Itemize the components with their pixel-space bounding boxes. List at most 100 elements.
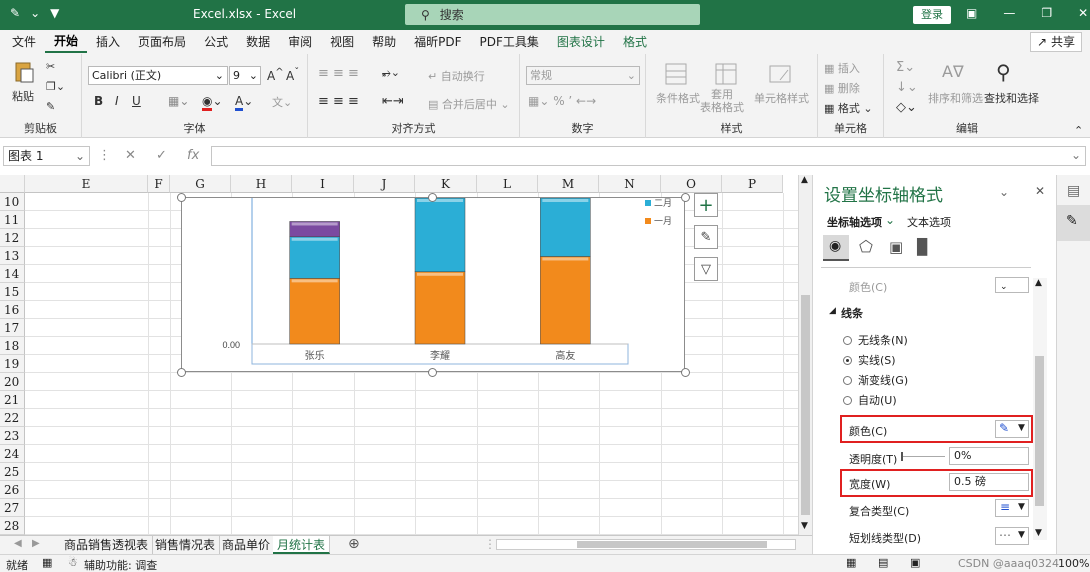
scroll-down-icon[interactable]: ▼ xyxy=(1035,528,1042,538)
find-select-icon[interactable]: ⚲ xyxy=(996,60,1011,84)
font-size-select[interactable]: 9 ⌄ xyxy=(229,66,261,85)
row-header[interactable]: 20 xyxy=(0,373,25,391)
search-box[interactable]: ⚲ 搜索 xyxy=(405,4,700,25)
conditional-format-icon[interactable] xyxy=(664,62,688,86)
next-sheet-icon[interactable]: ▶ xyxy=(32,538,40,549)
tab-help[interactable]: 帮助 xyxy=(363,30,405,54)
row-header[interactable]: 21 xyxy=(0,391,25,409)
paste-button[interactable]: 粘贴 xyxy=(12,88,34,104)
worksheet[interactable]: E F G H I J K L M N O P 10 11 12 13 14 1… xyxy=(0,175,798,535)
scroll-up-icon[interactable]: ▲ xyxy=(801,175,808,185)
column-header[interactable]: P xyxy=(722,175,783,193)
line-color-picker[interactable]: ✎ ▼ xyxy=(995,420,1029,438)
axis-options-icon[interactable]: ▉ xyxy=(917,238,929,256)
scroll-thumb[interactable] xyxy=(801,295,810,515)
row-header[interactable]: 28 xyxy=(0,517,25,535)
chart-area[interactable]: 0.00 张乐 李耀 高友 二月 一月 xyxy=(181,197,685,372)
row-header[interactable]: 14 xyxy=(0,265,25,283)
conditional-format-button[interactable]: 条件格式 xyxy=(656,90,700,106)
tab-axis-options[interactable]: 坐标轴选项 xyxy=(827,214,882,230)
row-header[interactable]: 24 xyxy=(0,445,25,463)
italic-icon[interactable]: I xyxy=(115,94,119,108)
column-header[interactable]: J xyxy=(354,175,415,193)
scroll-thumb[interactable] xyxy=(1035,356,1044,506)
scroll-up-icon[interactable]: ▲ xyxy=(1035,278,1042,288)
accounting-icon[interactable]: ▦⌄ % ’ ←→ xyxy=(528,94,596,108)
ribbon-display-icon[interactable]: ▣ xyxy=(966,6,977,20)
resize-handle[interactable] xyxy=(177,368,186,377)
wrap-text-button[interactable]: ↵ 自动换行 xyxy=(428,68,485,84)
border-icon[interactable]: ▦⌄ xyxy=(168,94,189,108)
sort-filter-button[interactable]: 排序和筛选 xyxy=(928,90,983,106)
cancel-icon[interactable]: ✕ xyxy=(125,148,136,163)
collapse-ribbon-icon[interactable]: ⌃ xyxy=(1074,124,1083,137)
tab-file[interactable]: 文件 xyxy=(3,30,45,54)
solid-line-option[interactable]: 实线(S) xyxy=(843,352,896,368)
format-painter-icon[interactable]: ✎ xyxy=(46,100,55,113)
column-header[interactable]: L xyxy=(477,175,538,193)
accessibility-icon[interactable]: ☃ xyxy=(68,556,78,569)
tab-chart-design[interactable]: 图表设计 xyxy=(548,30,614,54)
column-header[interactable]: F xyxy=(148,175,170,193)
page-break-icon[interactable]: ▣ xyxy=(910,556,920,569)
indent-icon[interactable]: ⇤⇥ xyxy=(382,94,404,109)
row-header[interactable]: 25 xyxy=(0,463,25,481)
zoom-level[interactable]: 100% xyxy=(1058,557,1089,570)
increase-font-icon[interactable]: A^ xyxy=(267,67,284,83)
tab-data[interactable]: 数据 xyxy=(237,30,279,54)
cut-icon[interactable]: ✂ xyxy=(46,60,55,73)
paste-icon[interactable] xyxy=(12,60,36,84)
properties-icon[interactable]: ▤ xyxy=(1067,183,1080,199)
enter-icon[interactable]: ✓ xyxy=(156,148,167,163)
chevron-down-icon[interactable]: ⌄ xyxy=(999,185,1009,199)
autosum-icon[interactable]: Σ⌄ xyxy=(896,60,915,75)
row-header[interactable]: 16 xyxy=(0,301,25,319)
fill-icon[interactable]: ↓⌄ xyxy=(896,80,918,95)
scroll-down-icon[interactable]: ▼ xyxy=(801,521,808,531)
horizontal-scrollbar[interactable] xyxy=(496,539,796,550)
add-sheet-icon[interactable]: ⊕ xyxy=(348,536,360,552)
section-line[interactable]: 线条 xyxy=(841,305,863,321)
align-left-icon[interactable]: ≡ ≡ ≡ xyxy=(318,94,359,109)
insert-function-icon[interactable]: fx xyxy=(187,148,199,163)
login-button[interactable]: 登录 xyxy=(913,6,951,24)
prev-sheet-icon[interactable]: ◀ xyxy=(14,538,22,549)
tab-text-options[interactable]: 文本选项 xyxy=(907,214,951,230)
row-header[interactable]: 10 xyxy=(0,193,25,211)
chevron-down-icon[interactable]: ⌄ xyxy=(885,213,895,227)
name-box[interactable]: 图表 1 ⌄ xyxy=(3,146,90,166)
fill-color-icon[interactable]: ◉⌄ xyxy=(202,94,223,111)
width-input[interactable]: 0.5 磅 xyxy=(949,473,1029,491)
formula-input[interactable]: ⌄ xyxy=(211,146,1086,166)
scroll-thumb[interactable] xyxy=(577,541,767,548)
row-header[interactable]: 12 xyxy=(0,229,25,247)
row-header[interactable]: 19 xyxy=(0,355,25,373)
autosave-icon[interactable]: ✎ xyxy=(10,6,20,20)
format-pane-toggle[interactable]: ✎ xyxy=(1057,205,1090,241)
sheet-tab[interactable]: 商品销售透视表 xyxy=(60,536,154,554)
chart-elements-button[interactable]: + xyxy=(694,193,718,217)
chevron-down-icon[interactable]: ⌄ xyxy=(30,6,40,20)
close-icon[interactable]: ✕ xyxy=(1035,184,1045,198)
resize-handle[interactable] xyxy=(428,368,437,377)
auto-line-option[interactable]: 自动(U) xyxy=(843,392,897,408)
macro-icon[interactable]: ▦ xyxy=(42,556,52,569)
format-as-table-button[interactable]: 套用 表格格式 xyxy=(700,88,744,114)
resize-handle[interactable] xyxy=(428,193,437,202)
size-properties-icon[interactable]: ▣ xyxy=(889,238,903,256)
column-header[interactable]: M xyxy=(538,175,599,193)
column-header[interactable]: E xyxy=(25,175,148,193)
row-header[interactable]: 13 xyxy=(0,247,25,265)
tab-foxit-pdf[interactable]: 福昕PDF xyxy=(405,30,470,54)
fill-line-tab[interactable]: ◉ xyxy=(823,235,849,261)
share-button[interactable]: ↗ 共享 xyxy=(1030,32,1082,52)
row-header[interactable]: 27 xyxy=(0,499,25,517)
number-format-select[interactable]: 常规 ⌄ xyxy=(526,66,640,85)
cell-styles-button[interactable]: 单元格样式 xyxy=(754,90,809,106)
tab-insert[interactable]: 插入 xyxy=(87,30,129,54)
column-header[interactable]: I xyxy=(292,175,354,193)
find-select-button[interactable]: 查找和选择 xyxy=(984,90,1039,106)
accessibility-status[interactable]: 辅助功能: 调查 xyxy=(84,557,157,572)
tab-home[interactable]: 开始 xyxy=(45,31,88,53)
format-as-table-icon[interactable] xyxy=(714,62,738,86)
